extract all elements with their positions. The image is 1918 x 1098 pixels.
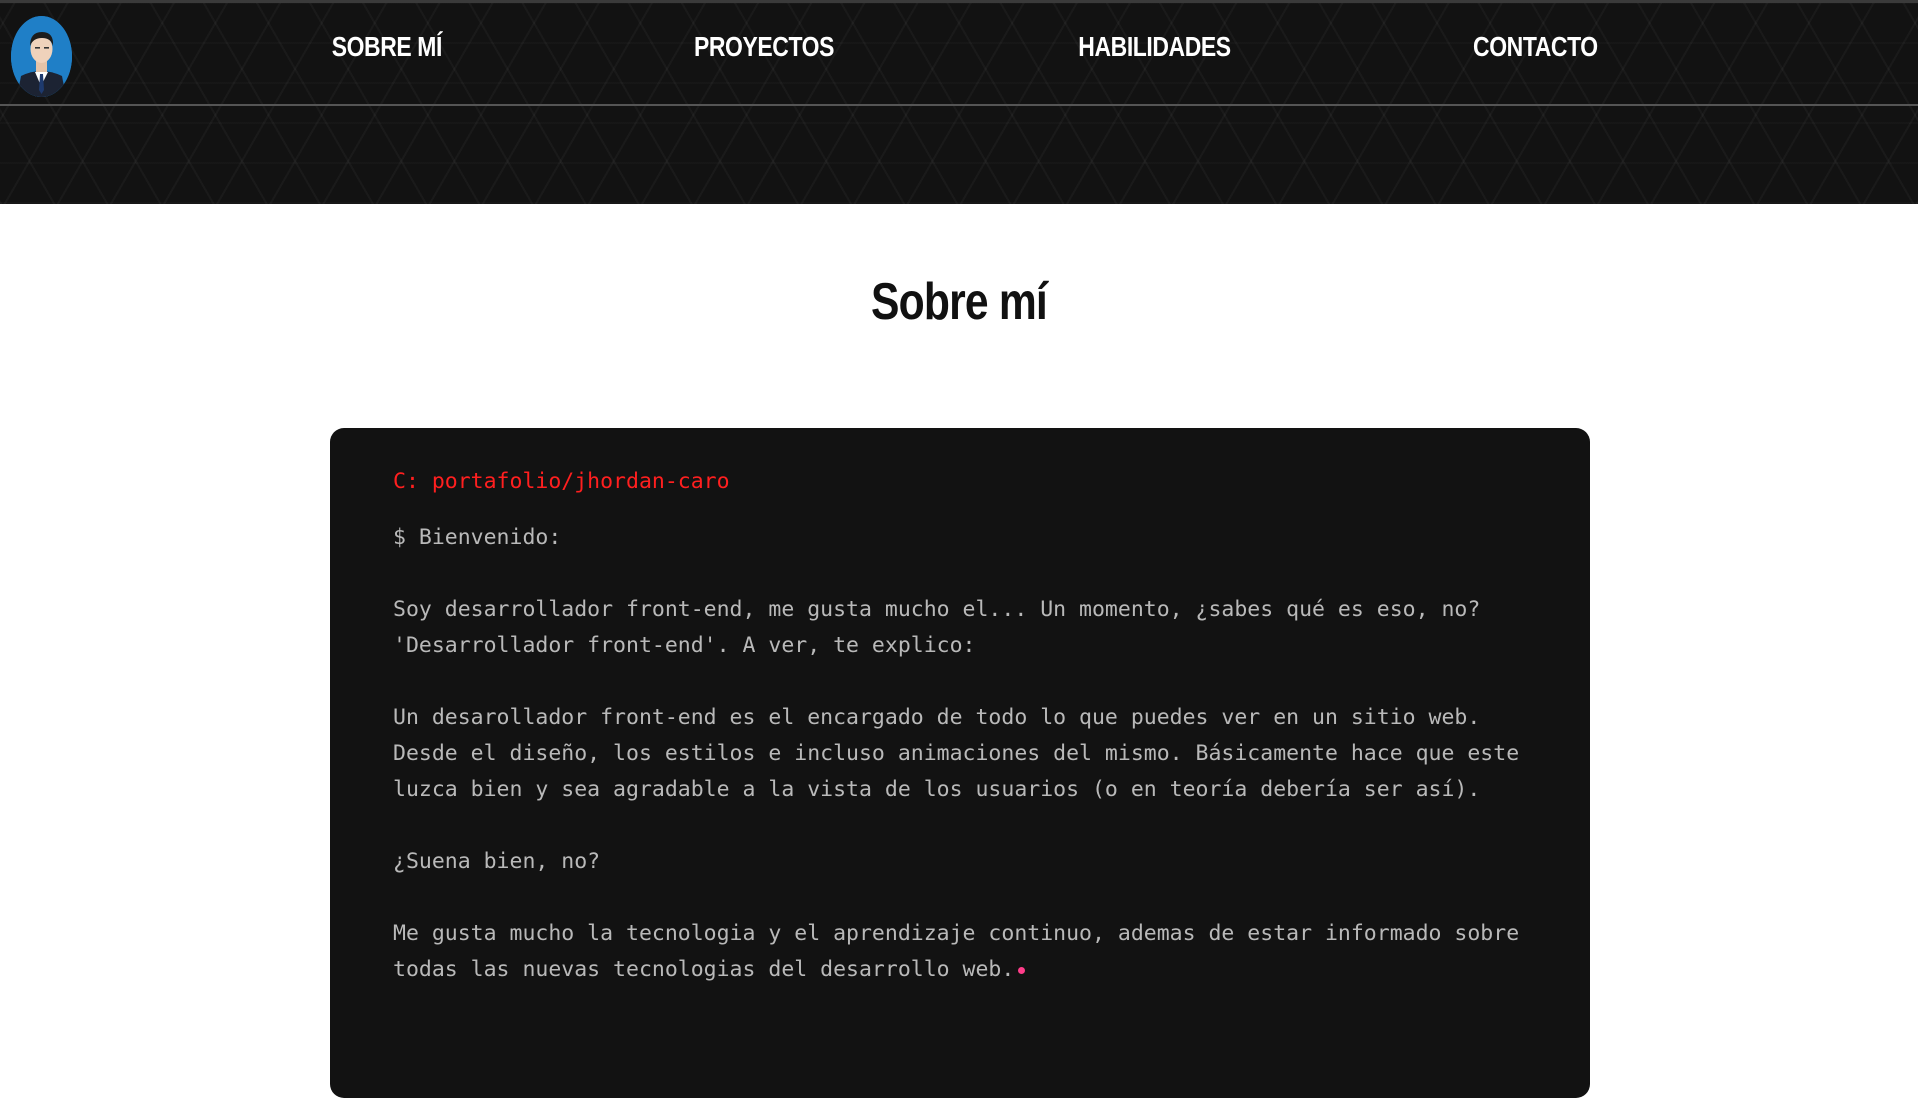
avatar[interactable] xyxy=(11,16,72,97)
nav-link-proyectos[interactable]: PROYECTOS xyxy=(694,31,834,63)
terminal-path: C: portafolio/jhordan-caro xyxy=(393,469,730,494)
terminal-prompt: $ Bienvenido: xyxy=(393,525,562,550)
site-header: SOBRE MÍ PROYECTOS HABILIDADES CONTACTO xyxy=(0,0,1918,204)
terminal-paragraph: Soy desarrollador front-end, me gusta mu… xyxy=(393,597,1481,658)
profile-photo-icon xyxy=(11,16,72,97)
nav-link-sobre-mi[interactable]: SOBRE MÍ xyxy=(332,31,443,63)
terminal-card: C: portafolio/jhordan-caro $ Bienvenido:… xyxy=(330,428,1590,1098)
nav-link-contacto[interactable]: CONTACTO xyxy=(1473,31,1598,63)
section-title: Sobre mí xyxy=(871,273,1048,331)
typing-cursor-icon xyxy=(1018,966,1026,974)
navbar: SOBRE MÍ PROYECTOS HABILIDADES CONTACTO xyxy=(0,0,1918,106)
nav-link-habilidades[interactable]: HABILIDADES xyxy=(1078,31,1231,63)
terminal-paragraph-text: Me gusta mucho la tecnologia y el aprend… xyxy=(393,921,1520,982)
terminal-paragraph: Un desarollador front-end es el encargad… xyxy=(393,705,1520,802)
terminal-paragraph-last: Me gusta mucho la tecnologia y el aprend… xyxy=(393,916,1528,988)
terminal-paragraph: ¿Suena bien, no? xyxy=(393,849,601,874)
